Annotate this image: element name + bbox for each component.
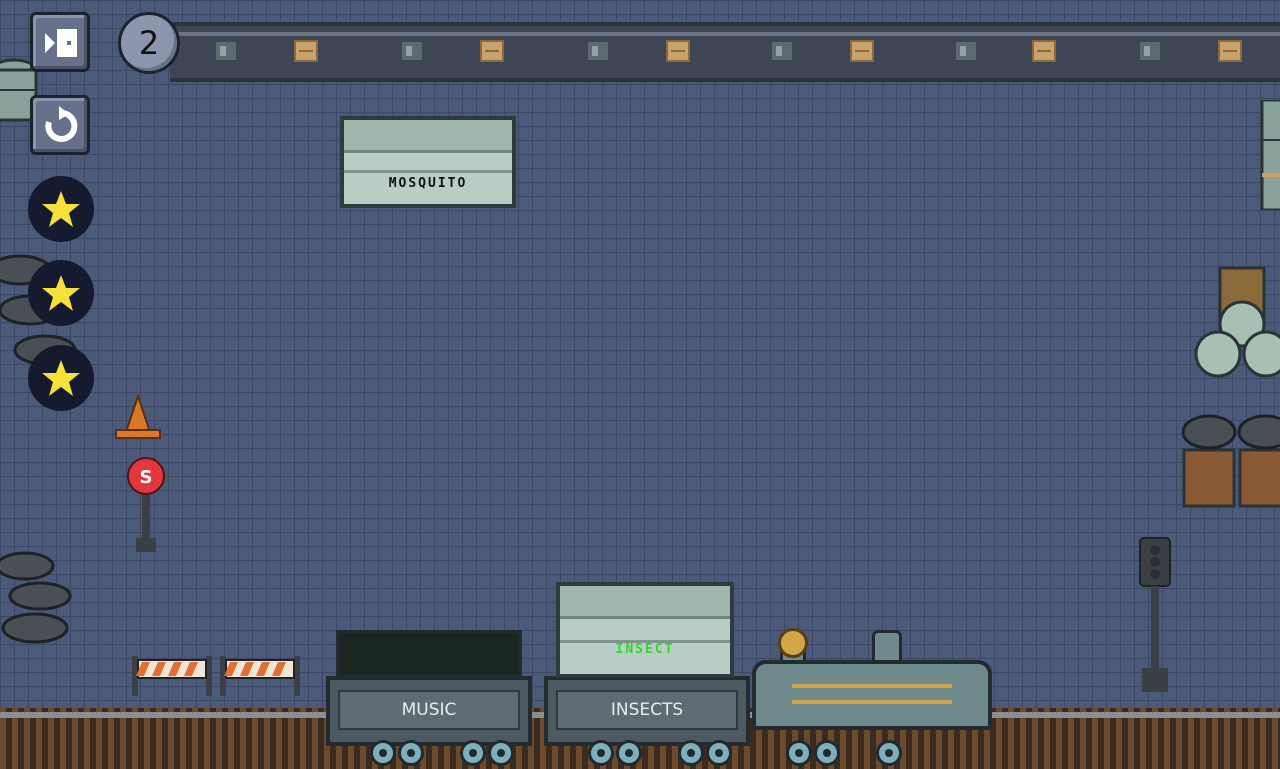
star-icon (42, 360, 80, 396)
conveyor-item (850, 40, 874, 62)
svg-text:S: S (140, 467, 153, 488)
conveyor-item (214, 40, 238, 62)
wheel (876, 740, 902, 766)
wheel (488, 740, 514, 766)
road-barrier-prop (132, 656, 300, 696)
star-icon (42, 191, 80, 227)
tire-pile-prop (0, 551, 72, 644)
conveyor-item (1218, 40, 1242, 62)
conveyor-item (400, 40, 424, 62)
loco-pipe (792, 700, 952, 704)
conveyor-item (770, 40, 794, 62)
wheel (398, 740, 424, 766)
target-crate-label: MOSQUITO (388, 176, 468, 191)
restart-icon (45, 106, 78, 142)
barrel-pile-prop (1194, 266, 1280, 378)
wheel (814, 740, 840, 766)
conveyor-item (1032, 40, 1056, 62)
wagon-insects[interactable]: INSECTS (544, 676, 750, 746)
stop-sign-prop: S (127, 457, 165, 552)
conveyor-item (954, 40, 978, 62)
loco-pipe (792, 684, 952, 688)
crate-lid (560, 586, 730, 619)
star-rating-2 (28, 260, 94, 326)
conveyor-item (1138, 40, 1162, 62)
loaded-crate-label: INSECT (615, 642, 675, 657)
wheel (370, 740, 396, 766)
star-icon (42, 275, 80, 311)
wheel (678, 740, 704, 766)
crate-band (344, 170, 512, 173)
locomotive (752, 660, 992, 730)
level-number-badge: 2 (118, 12, 180, 74)
wheel (786, 740, 812, 766)
wagon-cargo-empty (336, 630, 522, 678)
exit-door-icon (45, 29, 77, 57)
wagon-music[interactable]: MUSIC (326, 676, 532, 746)
wagon-label: INSECTS (556, 690, 738, 730)
wheel (588, 740, 614, 766)
tire-crate-prop (1182, 414, 1280, 508)
wheel (706, 740, 732, 766)
star-rating-3 (28, 345, 94, 411)
wheel (460, 740, 486, 766)
conveyor-item (480, 40, 504, 62)
star-rating-1 (28, 176, 94, 242)
signal-light-prop (1139, 537, 1171, 692)
conveyor-belt (170, 22, 1280, 82)
traffic-cone-prop (115, 394, 161, 439)
wagon-label: MUSIC (338, 690, 520, 730)
loaded-crate: INSECT (556, 582, 734, 678)
conveyor-item (666, 40, 690, 62)
conveyor-item (586, 40, 610, 62)
crate-lid (344, 120, 512, 153)
target-crate[interactable]: MOSQUITO (340, 116, 516, 208)
barrel-stack-prop (1260, 100, 1280, 210)
conveyor-item (294, 40, 318, 62)
loco-bell (778, 628, 808, 658)
wheel (616, 740, 642, 766)
restart-button[interactable] (30, 95, 90, 155)
exit-button[interactable] (30, 12, 90, 72)
